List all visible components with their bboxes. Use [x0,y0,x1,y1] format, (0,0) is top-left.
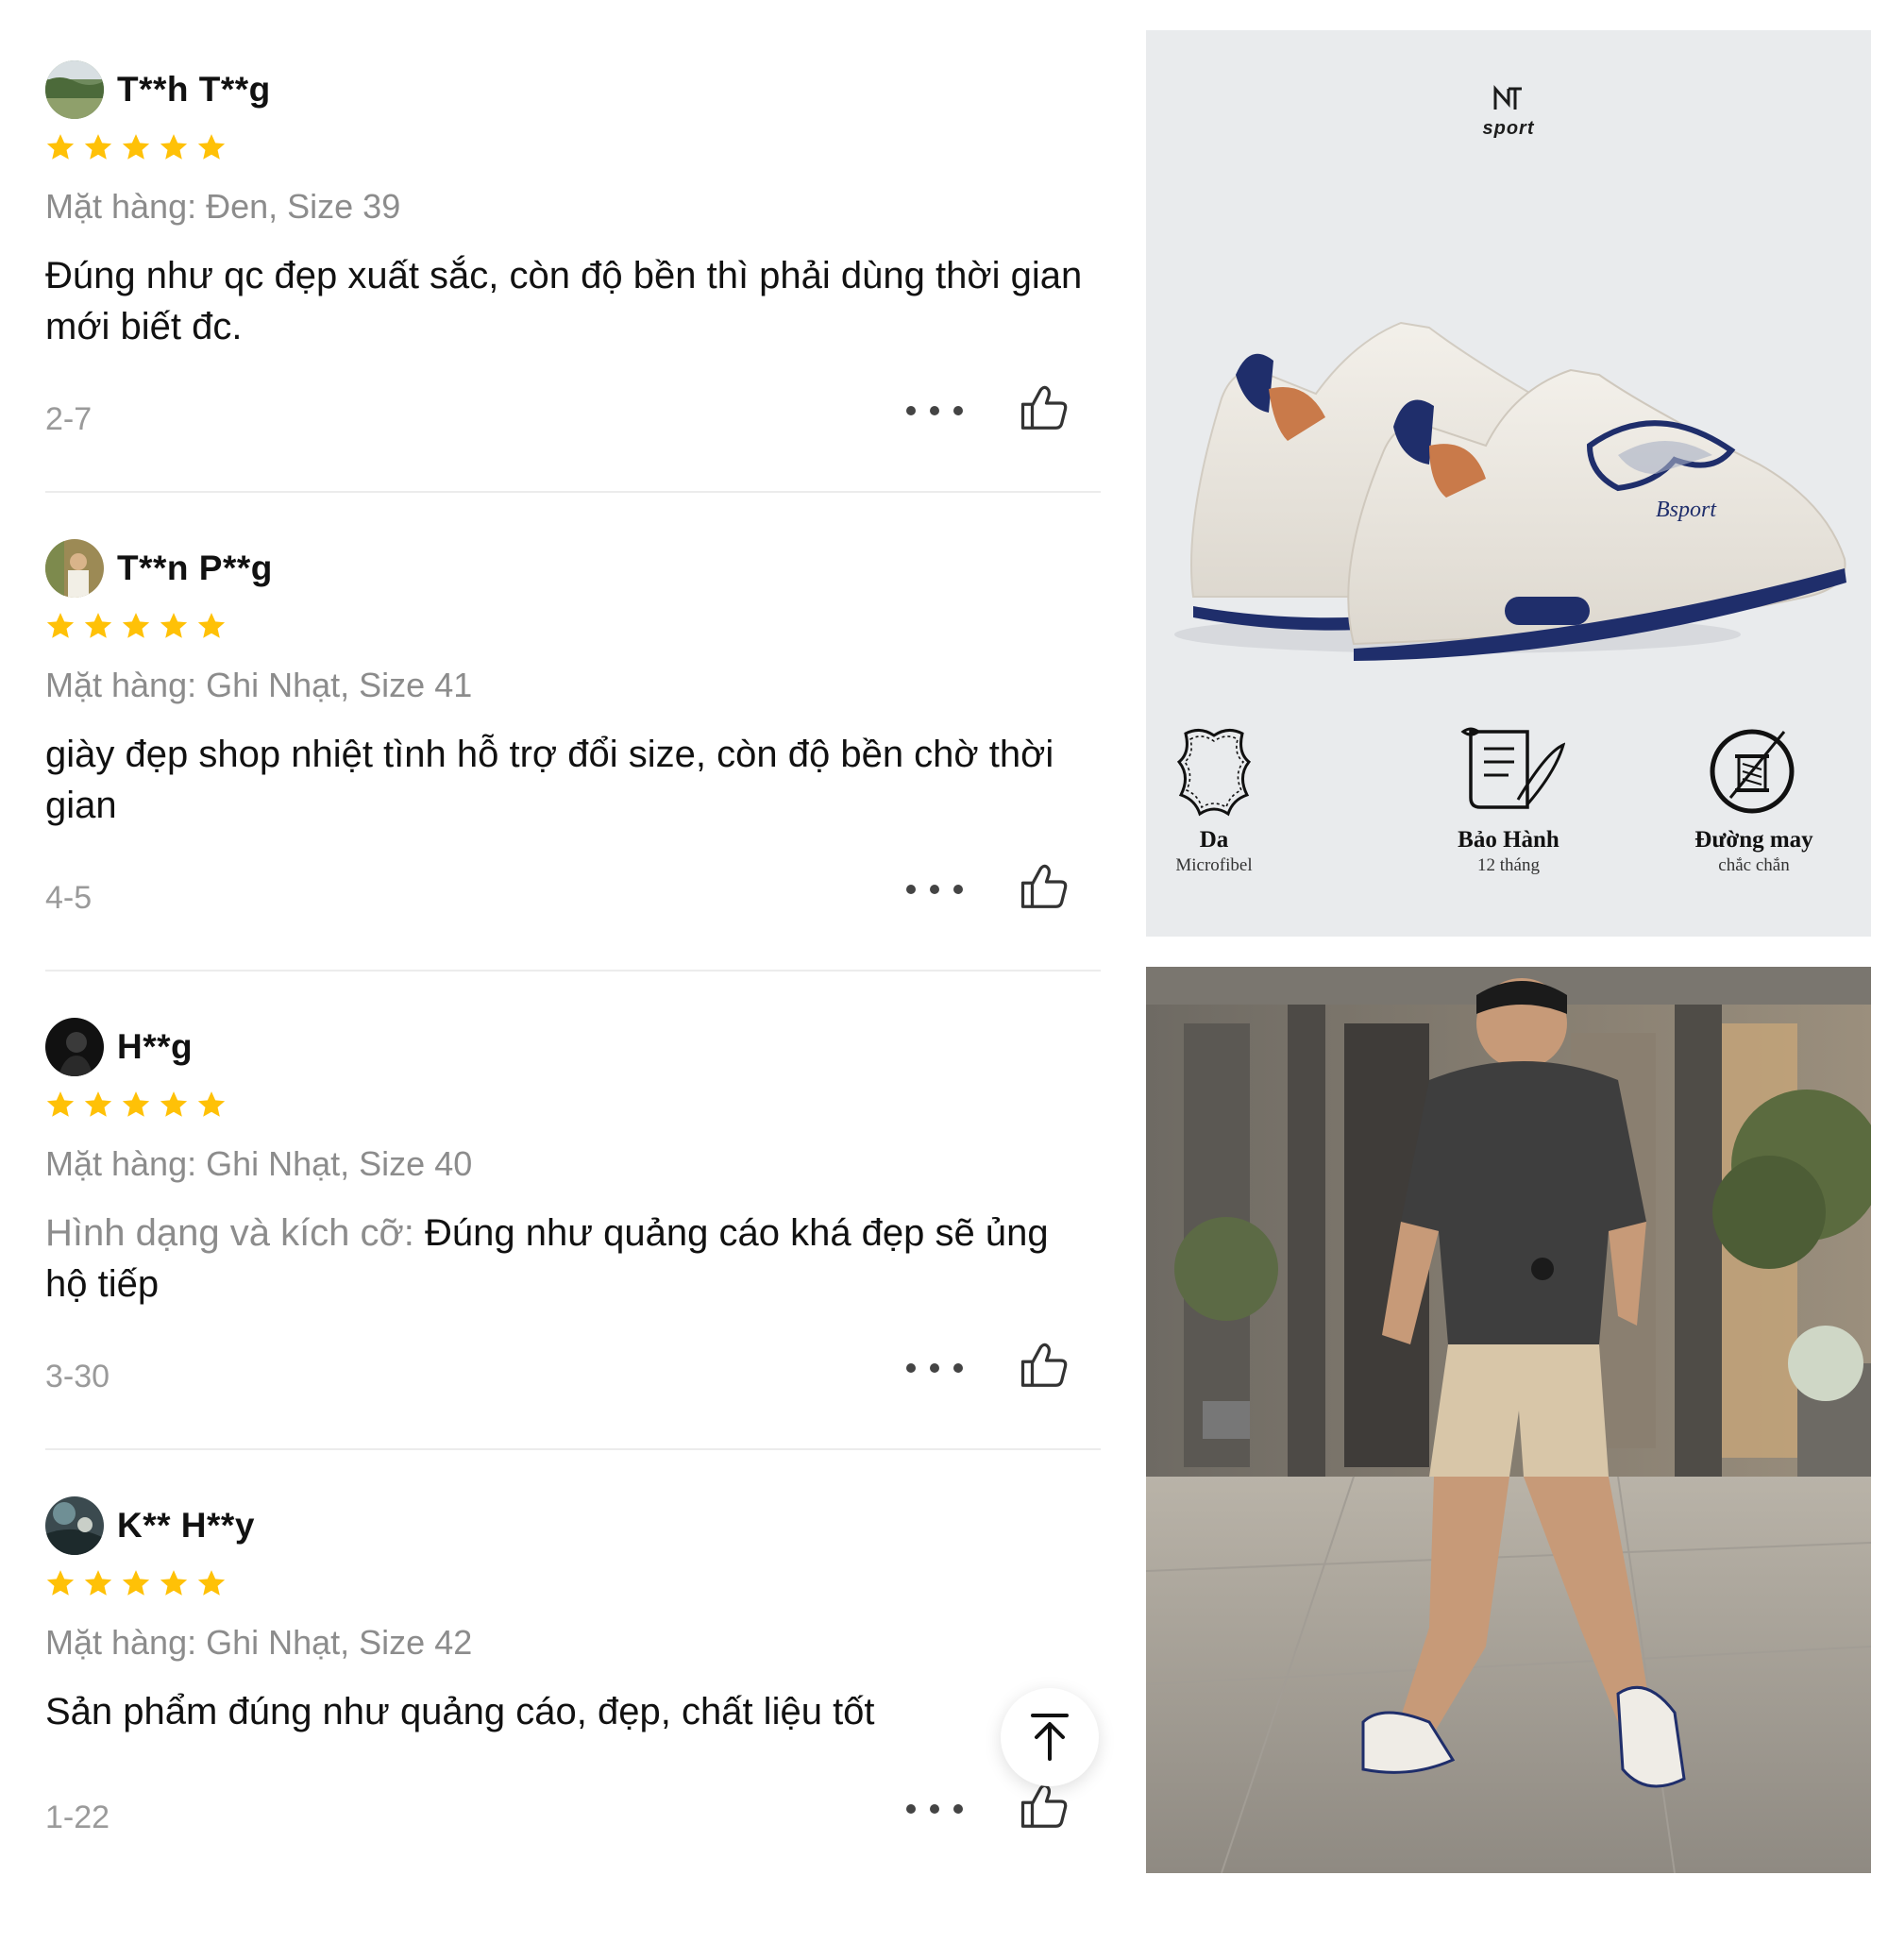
feature-subtitle: chắc chắn [1718,855,1790,875]
review-item: T**h T**g Mặt hàng: Đen, Size 39 Đúng nh… [45,47,1103,524]
star-icon [84,134,112,160]
review-user[interactable]: K** H**y [45,1493,255,1559]
star-icon [160,1091,188,1117]
variant-info: Mặt hàng: Ghi Nhạt, Size 40 [45,1144,473,1183]
star-icon [197,1570,226,1596]
more-dots-icon[interactable] [906,870,963,908]
star-rating [45,132,227,162]
review-date: 1-22 [45,1799,110,1835]
username: K** H**y [117,1506,255,1545]
review-user[interactable]: T**h T**g [45,57,271,123]
review-item: H**g Mặt hàng: Ghi Nhạt, Size 40 Hình dạ… [45,1005,1103,1481]
review-item: K** H**y Mặt hàng: Ghi Nhạt, Size 42 Sản… [45,1483,1103,1960]
star-icon [197,1091,226,1117]
shoe-script-text: Bsport [1656,498,1717,522]
arrow-up-icon [1031,1714,1069,1761]
divider [45,491,1101,493]
avatar [45,1496,104,1555]
star-icon [84,1091,112,1117]
review-comment: Hình dạng và kích cỡ: Đúng như quảng cáo… [45,1208,1093,1309]
star-icon [160,613,188,638]
star-icon [122,1570,150,1596]
star-icon [46,134,75,160]
comment-text: giày đẹp shop nhiệt tình hỗ trợ đổi size… [45,734,1054,826]
review-list: T**h T**g Mặt hàng: Đen, Size 39 Đúng nh… [0,0,1114,1888]
thumbs-up-icon[interactable] [1016,380,1072,436]
review-user[interactable]: H**g [45,1014,193,1080]
star-icon [122,134,150,160]
more-dots-icon[interactable] [906,1349,963,1387]
username: H**g [117,1027,194,1066]
star-icon [84,613,112,638]
avatar [45,539,104,598]
star-icon [122,613,150,638]
variant-info: Mặt hàng: Đen, Size 39 [45,187,401,226]
feature-title: Bảo Hành [1458,827,1559,853]
variant-info: Mặt hàng: Ghi Nhạt, Size 41 [45,666,473,704]
review-comment: giày đẹp shop nhiệt tình hỗ trợ đổi size… [45,729,1093,831]
feature-list: Da Microfibel Bảo Hành 12 tháng Đường ma… [1146,724,1871,913]
star-icon [160,134,188,160]
brand-mark-icon [1493,85,1522,110]
review-date: 2-7 [45,401,93,437]
feature-title: Da [1199,827,1229,853]
sneaker-pair-illustration: Bsport [1174,321,1846,661]
star-icon [197,613,226,638]
comment-text: Đúng như qc đẹp xuất sắc, còn độ bền thì… [45,255,1083,347]
review-date: 4-5 [45,880,93,916]
needle-thread-icon [1710,729,1795,814]
variant-info: Mặt hàng: Ghi Nhạt, Size 42 [45,1623,473,1662]
thumbs-up-icon[interactable] [1016,1337,1072,1394]
feature-subtitle: 12 tháng [1477,855,1540,875]
feature-title: Đường may [1694,827,1813,853]
product-image-panel[interactable]: sport Bsport Da Microfibel Bảo Hành 12 t… [1146,30,1871,937]
star-icon [46,1091,75,1117]
thumbs-up-icon[interactable] [1016,858,1072,915]
feature-item: Đường may chắc chắn [1660,724,1848,876]
star-icon [84,1570,112,1596]
username: T**h T**g [117,70,271,109]
more-dots-icon[interactable] [906,392,963,430]
comment-text: Sản phẩm đúng như quảng cáo, đẹp, chất l… [45,1691,875,1732]
leather-hide-icon [1176,729,1252,817]
star-rating [45,1090,227,1120]
avatar [45,1018,104,1076]
brand-text: sport [1482,118,1535,139]
divider [45,970,1101,972]
more-dots-icon[interactable] [906,1790,963,1828]
divider [45,1448,1101,1450]
comment-prefix: Hình dạng và kích cỡ: [45,1212,425,1254]
feature-subtitle: Microfibel [1175,855,1253,875]
thumbs-up-icon[interactable] [1016,1778,1072,1834]
star-icon [46,613,75,638]
star-icon [46,1570,75,1596]
model-walking-illustration [1146,967,1871,1873]
username: T**n P**g [117,549,273,587]
feature-item: Bảo Hành 12 tháng [1414,724,1603,876]
warranty-scroll-icon [1460,727,1566,809]
back-to-top-button[interactable] [1001,1688,1099,1786]
review-user[interactable]: T**n P**g [45,535,273,601]
brand-logo: sport [1146,85,1871,140]
star-rating [45,611,227,641]
review-item: T**n P**g Mặt hàng: Ghi Nhạt, Size 41 gi… [45,526,1103,1003]
avatar [45,60,104,119]
lifestyle-photo[interactable] [1146,967,1871,1873]
review-comment: Đúng như qc đẹp xuất sắc, còn độ bền thì… [45,250,1093,352]
star-rating [45,1568,227,1598]
star-icon [122,1091,150,1117]
review-comment: Sản phẩm đúng như quảng cáo, đẹp, chất l… [45,1686,1093,1737]
star-icon [197,134,226,160]
feature-item: Da Microfibel [1146,724,1308,876]
star-icon [160,1570,188,1596]
review-date: 3-30 [45,1359,110,1394]
